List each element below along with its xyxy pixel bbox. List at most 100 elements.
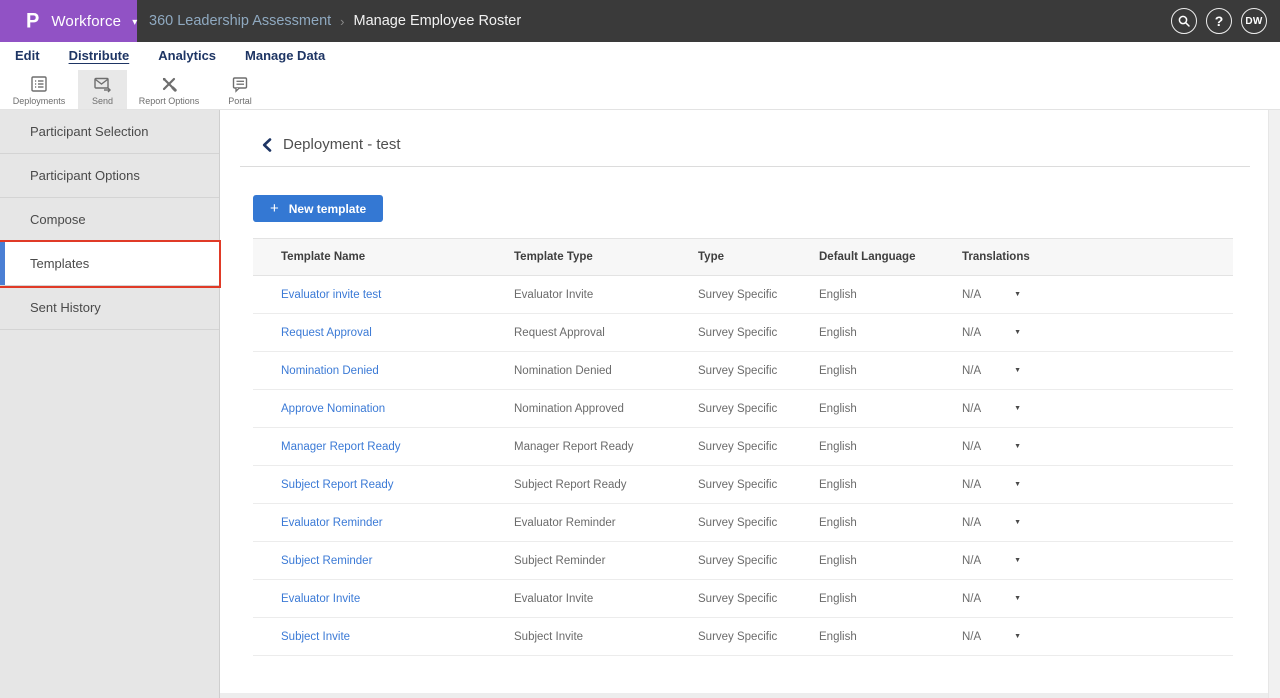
sidebar-item-templates[interactable]: Templates [0, 242, 219, 286]
language-cell: English [791, 593, 934, 605]
portal-icon [231, 75, 249, 93]
language-cell: English [791, 555, 934, 567]
language-cell: English [791, 631, 934, 643]
row-actions-dropdown[interactable]: ▼ [1012, 555, 1023, 566]
column-header-template-type: Template Type [486, 251, 670, 263]
row-actions-dropdown[interactable]: ▼ [1012, 479, 1023, 490]
sidebar-label: Templates [30, 256, 89, 271]
sidebar-item-compose[interactable]: Compose [0, 198, 219, 242]
sidebar-label: Compose [30, 212, 86, 227]
avatar[interactable]: DW [1241, 8, 1267, 34]
help-button[interactable]: ? [1206, 8, 1232, 34]
template-type-cell: Manager Report Ready [486, 441, 670, 453]
menu-item-edit[interactable]: Edit [15, 48, 40, 64]
translations-cell: N/A [962, 479, 981, 491]
search-icon [1177, 14, 1191, 28]
row-actions-dropdown[interactable]: ▼ [1012, 517, 1023, 528]
template-name-link[interactable]: Approve Nomination [281, 403, 385, 415]
table-row: Evaluator invite test Evaluator Invite S… [253, 276, 1233, 314]
sidebar-item-participant-selection[interactable]: Participant Selection [0, 110, 219, 154]
toolbar-label-deployments: Deployments [13, 96, 66, 106]
search-button[interactable] [1171, 8, 1197, 34]
type-cell: Survey Specific [670, 403, 791, 415]
sidebar-label: Participant Options [30, 168, 140, 183]
avatar-initials: DW [1245, 16, 1262, 27]
template-name-link[interactable]: Manager Report Ready [281, 441, 401, 453]
breadcrumb-parent-link[interactable]: 360 Leadership Assessment [149, 13, 331, 29]
template-name-link[interactable]: Evaluator invite test [281, 289, 381, 301]
translations-cell: N/A [962, 365, 981, 377]
template-name-link[interactable]: Subject Reminder [281, 555, 372, 567]
plus-icon: + [270, 201, 279, 216]
toolbar-item-send[interactable]: Send [78, 70, 127, 109]
language-cell: English [791, 403, 934, 415]
sidebar-item-sent-history[interactable]: Sent History [0, 286, 219, 330]
language-cell: English [791, 289, 934, 301]
translations-cell: N/A [962, 593, 981, 605]
template-name-link[interactable]: Evaluator Reminder [281, 517, 383, 529]
type-cell: Survey Specific [670, 479, 791, 491]
top-bar: P Workforce ▾ 360 Leadership Assessment … [0, 0, 1280, 42]
row-actions-dropdown[interactable]: ▼ [1012, 365, 1023, 376]
templates-panel: Deployment - test + New template Templat… [220, 110, 1280, 698]
translations-cell: N/A [962, 289, 981, 301]
toolbar-item-deployments[interactable]: Deployments [0, 70, 78, 109]
back-chevron-icon [262, 138, 272, 152]
back-button[interactable] [262, 138, 272, 152]
row-actions-dropdown[interactable]: ▼ [1012, 289, 1023, 300]
vertical-scrollbar[interactable] [1268, 110, 1280, 698]
row-actions-dropdown[interactable]: ▼ [1012, 403, 1023, 414]
toolbar-item-report-options[interactable]: Report Options [127, 70, 211, 109]
template-type-cell: Subject Invite [486, 631, 670, 643]
table-row: Subject Invite Subject Invite Survey Spe… [253, 618, 1233, 656]
breadcrumb-current: Manage Employee Roster [354, 13, 522, 29]
page-title: Deployment - test [283, 136, 401, 153]
active-indicator-bar [0, 242, 5, 285]
product-name: Workforce [51, 13, 121, 30]
template-name-link[interactable]: Request Approval [281, 327, 372, 339]
new-template-button[interactable]: + New template [253, 195, 383, 222]
breadcrumb-separator: › [340, 14, 344, 29]
translations-cell: N/A [962, 555, 981, 567]
type-cell: Survey Specific [670, 441, 791, 453]
row-actions-dropdown[interactable]: ▼ [1012, 327, 1023, 338]
template-type-cell: Request Approval [486, 327, 670, 339]
row-actions-dropdown[interactable]: ▼ [1012, 631, 1023, 642]
type-cell: Survey Specific [670, 365, 791, 377]
brand-menu[interactable]: P Workforce ▾ [0, 0, 137, 42]
column-header-type: Type [670, 251, 791, 263]
column-header-translations: Translations [934, 251, 1233, 263]
language-cell: English [791, 479, 934, 491]
type-cell: Survey Specific [670, 555, 791, 567]
topbar-actions: ? DW [1171, 8, 1280, 34]
table-row: Request Approval Request Approval Survey… [253, 314, 1233, 352]
table-row: Evaluator Reminder Evaluator Reminder Su… [253, 504, 1233, 542]
row-actions-dropdown[interactable]: ▼ [1012, 593, 1023, 604]
language-cell: English [791, 327, 934, 339]
type-cell: Survey Specific [670, 517, 791, 529]
template-name-link[interactable]: Subject Invite [281, 631, 350, 643]
menu-item-manage-data[interactable]: Manage Data [245, 48, 325, 64]
row-actions-dropdown[interactable]: ▼ [1012, 441, 1023, 452]
language-cell: English [791, 365, 934, 377]
horizontal-scrollbar[interactable] [220, 693, 1268, 698]
template-name-link[interactable]: Evaluator Invite [281, 593, 360, 605]
templates-panel-inner: Deployment - test + New template Templat… [220, 136, 1280, 656]
sidebar-item-participant-options[interactable]: Participant Options [0, 154, 219, 198]
template-name-link[interactable]: Nomination Denied [281, 365, 379, 377]
deployments-icon [30, 75, 48, 93]
table-row: Evaluator Invite Evaluator Invite Survey… [253, 580, 1233, 618]
language-cell: English [791, 441, 934, 453]
translations-cell: N/A [962, 403, 981, 415]
menu-item-analytics[interactable]: Analytics [158, 48, 216, 64]
table-header-row: Template Name Template Type Type Default… [253, 238, 1233, 276]
sidebar-label: Sent History [30, 300, 101, 315]
template-type-cell: Evaluator Invite [486, 289, 670, 301]
template-name-link[interactable]: Subject Report Ready [281, 479, 394, 491]
help-icon: ? [1215, 13, 1224, 29]
menu-item-distribute[interactable]: Distribute [69, 48, 130, 64]
sidebar-label: Participant Selection [30, 124, 149, 139]
new-template-label: New template [289, 202, 366, 216]
toolbar-item-portal[interactable]: Portal [211, 70, 269, 109]
distribute-toolbar: Deployments Send Report Options Portal [0, 70, 1280, 110]
